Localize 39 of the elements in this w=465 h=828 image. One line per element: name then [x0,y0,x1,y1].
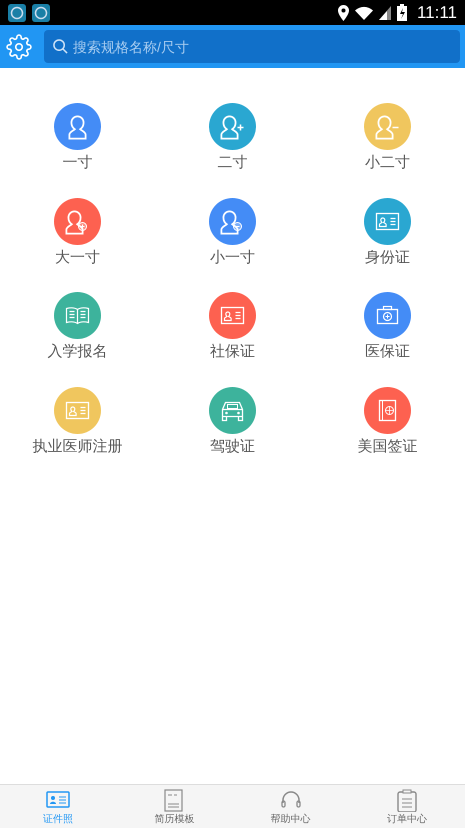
id-card-icon[interactable] [54,386,101,434]
search-icon [53,39,68,54]
battery-icon [396,4,407,21]
passport-icon[interactable] [364,386,411,434]
item-label: 驾驶证 [210,436,255,456]
item-label: 执业医师注册 [32,436,122,456]
tab[interactable]: 帮助中心 [232,785,349,828]
item-label: 医保证 [365,342,410,362]
status-time: 11:11 [416,2,457,24]
person-plus-icon[interactable] [54,198,101,244]
id-card-icon[interactable] [364,198,411,244]
person-icon[interactable] [54,103,101,150]
signal-icon [378,6,391,20]
person-minus-icon[interactable] [364,103,411,150]
item-label: 大一寸 [55,248,100,268]
location-icon [338,4,349,20]
car-icon[interactable] [209,386,256,434]
app-icon [32,4,50,22]
settings-icon[interactable] [6,34,32,60]
item-label: 一寸 [62,153,92,173]
tab[interactable]: 简历模板 [116,785,232,828]
person-minus-icon[interactable] [209,198,256,244]
item-label: 身份证 [365,248,410,268]
search-field[interactable]: 搜索规格名称/尺寸 [44,30,460,63]
medical-kit-icon[interactable] [364,292,411,339]
book-icon[interactable] [54,292,101,339]
item-label: 入学报名 [48,342,108,362]
app-icon [8,4,26,22]
item-label: 二寸 [218,153,248,173]
person-plus-icon[interactable] [209,103,256,150]
item-label: 小二寸 [365,153,410,173]
clipboard-icon [394,788,419,812]
item-label: 美国签证 [358,436,418,456]
item-label: 社保证 [210,342,255,362]
tab[interactable]: 订单中心 [348,785,465,828]
item-label: 小一寸 [210,248,255,268]
tab[interactable]: 证件照 [0,785,116,828]
wifi-icon [354,6,373,20]
id-card-icon[interactable] [209,292,256,339]
